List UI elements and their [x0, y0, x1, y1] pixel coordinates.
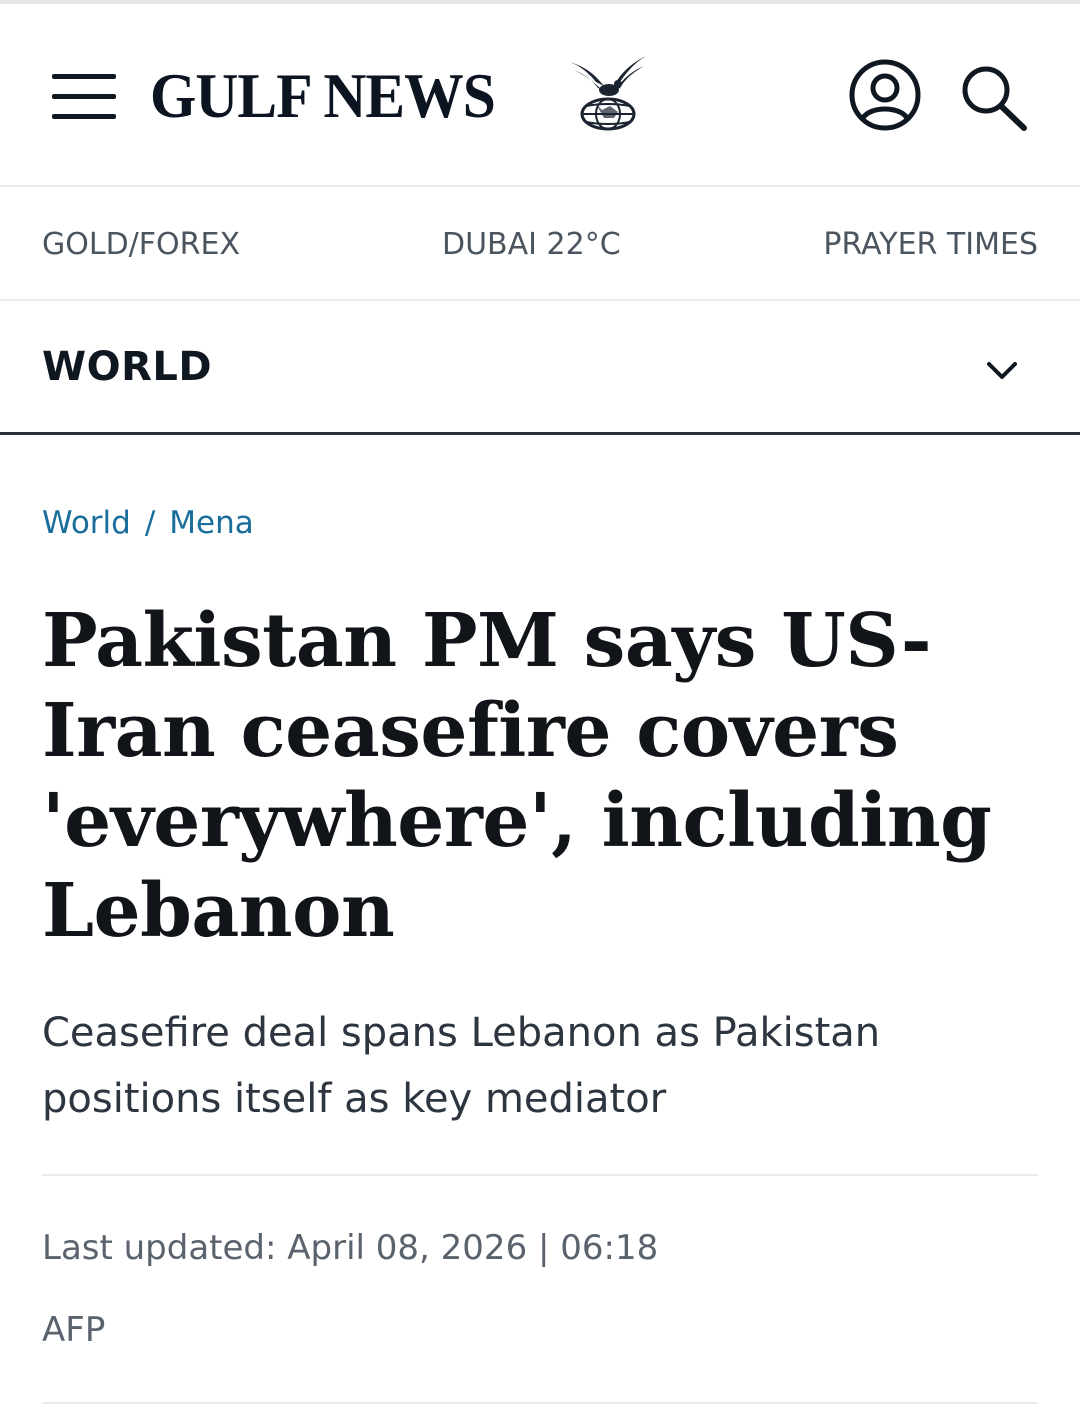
user-account-icon[interactable]: [848, 58, 922, 132]
prayer-times-link[interactable]: PRAYER TIMES: [823, 227, 1038, 263]
last-updated-timestamp: Last updated: April 08, 2026 | 06:18: [42, 1228, 659, 1268]
search-icon[interactable]: [958, 62, 1030, 134]
quick-links-bar: GOLD/FOREX DUBAI 22°C PRAYER TIMES: [0, 187, 1080, 301]
section-title: WORLD: [42, 344, 213, 390]
breadcrumb-separator: /: [144, 505, 156, 541]
article-headline: Pakistan PM says US-Iran ceasefire cover…: [42, 598, 992, 954]
breadcrumb: World / Mena: [42, 502, 254, 544]
site-header: GULF NEWS: [0, 4, 1080, 187]
breadcrumb-mena-link[interactable]: Mena: [169, 505, 253, 541]
divider: [42, 1174, 1038, 1176]
dubai-weather-link[interactable]: DUBAI 22°C: [442, 227, 621, 263]
section-dropdown[interactable]: WORLD: [0, 301, 1080, 435]
hamburger-menu-icon[interactable]: [52, 74, 118, 120]
gold-forex-link[interactable]: GOLD/FOREX: [42, 227, 240, 263]
article-byline: AFP: [42, 1310, 106, 1350]
falcon-globe-logo-icon[interactable]: [566, 52, 650, 132]
chevron-down-icon[interactable]: [984, 355, 1020, 385]
divider: [42, 1402, 1038, 1404]
brand-wordmark[interactable]: GULF NEWS: [150, 60, 496, 132]
article-subheadline: Ceasefire deal spans Lebanon as Pakistan…: [42, 1010, 881, 1122]
breadcrumb-world-link[interactable]: World: [42, 505, 131, 541]
